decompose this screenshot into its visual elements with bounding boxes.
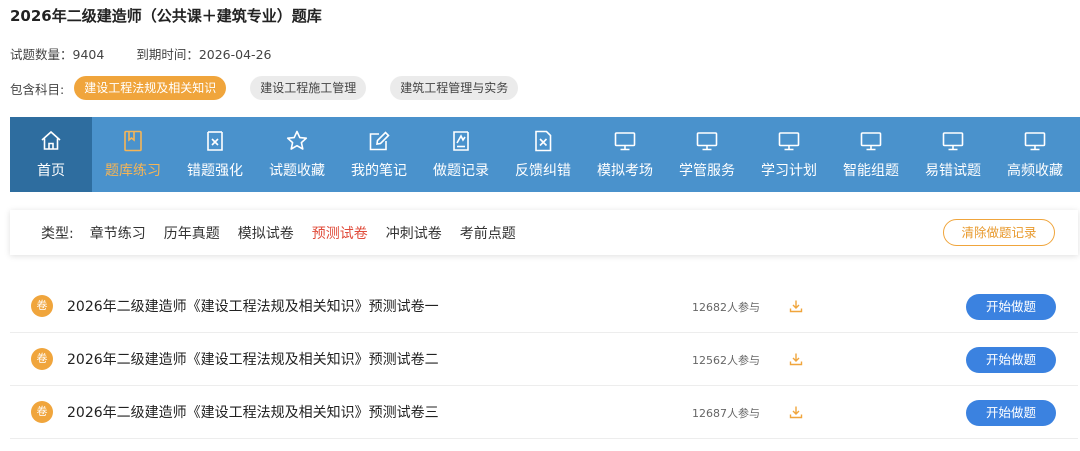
list-item: 卷 2026年二级建造师《建设工程法规及相关知识》预测试卷二 12562人参与 … (10, 333, 1078, 386)
nav-label: 做题记录 (433, 163, 489, 179)
wrong-doc-icon (207, 131, 223, 151)
type-label: 类型: (41, 225, 74, 242)
question-count-value: 9404 (72, 47, 105, 62)
start-practice-button[interactable]: 开始做题 (966, 400, 1056, 426)
download-icon[interactable] (789, 405, 803, 419)
monitor-icon (778, 132, 800, 151)
paper-title[interactable]: 2026年二级建造师《建设工程法规及相关知识》预测试卷二 (67, 349, 439, 369)
page-title: 2026年二级建造师（公共课＋建筑专业）题库 (10, 7, 322, 25)
monitor-icon (696, 132, 718, 151)
nav-item-wrong-questions[interactable]: 错题强化 (174, 117, 256, 192)
main-nav: 首页 题库练习 错题强化 试题收藏 我的笔记 做题记录 反馈纠错 模拟考场 学管… (10, 117, 1080, 192)
nav-item-high-frequency[interactable]: 高频收藏 (994, 117, 1076, 192)
list-item: 卷 2026年二级建造师《建设工程法规及相关知识》预测试卷三 12687人参与 … (10, 386, 1078, 439)
participant-count: 12682人参与 (692, 301, 760, 314)
start-practice-button[interactable]: 开始做题 (966, 294, 1056, 320)
nav-label: 试题收藏 (269, 163, 325, 179)
subject-chip-building-practice[interactable]: 建筑工程管理与实务 (390, 76, 519, 100)
type-chapter-practice[interactable]: 章节练习 (90, 223, 146, 243)
nav-item-question-bank[interactable]: 题库练习 (92, 117, 174, 192)
paper-badge: 卷 (31, 401, 53, 423)
list-item: 卷 2026年二级建造师《建设工程法规及相关知识》预测试卷一 12682人参与 … (10, 280, 1078, 333)
nav-item-mock-exam[interactable]: 模拟考场 (584, 117, 666, 192)
nav-label: 智能组题 (843, 163, 899, 179)
download-icon[interactable] (789, 299, 803, 313)
nav-item-student-service[interactable]: 学管服务 (666, 117, 748, 192)
record-icon (453, 131, 469, 151)
star-icon (286, 130, 308, 150)
exam-meta: 试题数量：9404 到期时间：2026-04-26 (10, 44, 271, 63)
home-icon (41, 130, 61, 150)
type-pre-exam-points[interactable]: 考前点题 (460, 223, 516, 243)
question-count-label: 试题数量： (10, 47, 73, 62)
nav-label: 反馈纠错 (515, 163, 571, 179)
nav-item-study-plan[interactable]: 学习计划 (748, 117, 830, 192)
nav-item-smart-compose[interactable]: 智能组题 (830, 117, 912, 192)
nav-item-notes[interactable]: 我的笔记 (338, 117, 420, 192)
nav-item-feedback[interactable]: 反馈纠错 (502, 117, 584, 192)
nav-label: 首页 (37, 163, 65, 179)
question-count: 试题数量：9404 (10, 47, 104, 62)
type-mock-papers[interactable]: 模拟试卷 (238, 223, 294, 243)
expiry-value: 2026-04-26 (198, 47, 272, 62)
paper-badge: 卷 (31, 295, 53, 317)
nav-label: 高频收藏 (1007, 163, 1063, 179)
nav-label: 模拟考场 (597, 163, 653, 179)
paper-title[interactable]: 2026年二级建造师《建设工程法规及相关知识》预测试卷一 (67, 296, 439, 316)
note-edit-icon (369, 131, 390, 151)
nav-item-favorites[interactable]: 试题收藏 (256, 117, 338, 192)
participant-count: 12687人参与 (692, 407, 760, 420)
nav-label: 我的笔记 (351, 163, 407, 179)
nav-item-records[interactable]: 做题记录 (420, 117, 502, 192)
nav-item-home[interactable]: 首页 (10, 117, 92, 192)
subject-chip-law[interactable]: 建设工程法规及相关知识 (74, 76, 227, 100)
monitor-icon (942, 132, 964, 151)
type-past-exams[interactable]: 历年真题 (164, 223, 220, 243)
feedback-icon (535, 130, 552, 152)
monitor-icon (1024, 132, 1046, 151)
type-predicted-papers[interactable]: 预测试卷 (312, 223, 368, 243)
type-sprint-papers[interactable]: 冲刺试卷 (386, 223, 442, 243)
nav-label: 题库练习 (105, 163, 161, 179)
book-icon (124, 130, 142, 152)
expiry-label: 到期时间： (136, 47, 199, 62)
monitor-icon (614, 132, 636, 151)
nav-item-error-prone[interactable]: 易错试题 (912, 117, 994, 192)
clear-records-button[interactable]: 清除做题记录 (943, 219, 1055, 246)
type-filter-bar: 类型: 章节练习 历年真题 模拟试卷 预测试卷 冲刺试卷 考前点题 清除做题记录 (10, 210, 1078, 255)
paper-badge: 卷 (31, 348, 53, 370)
download-icon[interactable] (789, 352, 803, 366)
paper-list: 卷 2026年二级建造师《建设工程法规及相关知识》预测试卷一 12682人参与 … (10, 280, 1078, 439)
subject-chip-construction-management[interactable]: 建设工程施工管理 (250, 76, 367, 100)
nav-label: 易错试题 (925, 163, 981, 179)
nav-label: 学习计划 (761, 163, 817, 179)
participant-count: 12562人参与 (692, 354, 760, 367)
paper-title[interactable]: 2026年二级建造师《建设工程法规及相关知识》预测试卷三 (67, 402, 439, 422)
monitor-icon (860, 132, 882, 151)
expiry-date: 到期时间：2026-04-26 (136, 47, 271, 62)
nav-label: 错题强化 (187, 163, 243, 179)
subjects-label: 包含科目: (10, 81, 65, 97)
nav-label: 学管服务 (679, 163, 735, 179)
start-practice-button[interactable]: 开始做题 (966, 347, 1056, 373)
subject-selector: 包含科目: 建设工程法规及相关知识 建设工程施工管理 建筑工程管理与实务 (10, 76, 542, 100)
